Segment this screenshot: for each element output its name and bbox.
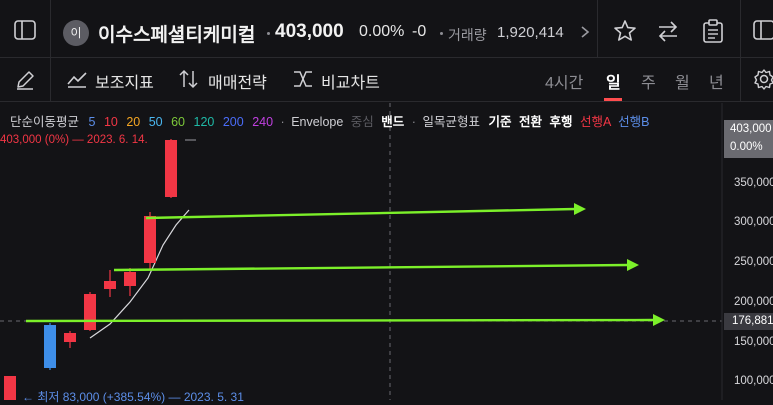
dot-separator [267,32,270,35]
axis-tick-100000: 100,000 [734,375,773,387]
assist-indicator-button[interactable]: 보조지표 [95,69,154,93]
current-price-note: 403,000 (0%) — 2023. 6. 14. [0,134,148,146]
axis-tick-350000: 350,000 [734,177,773,189]
compare-icon[interactable] [292,69,314,89]
strategy-icon[interactable] [178,68,200,90]
panel-toggle-icon[interactable] [753,20,773,40]
ichimoku-conversion: 전환 [518,115,542,129]
ma-period-240: 240 [252,115,274,129]
envelope-extra: 중심 [350,115,374,129]
candle-up [4,376,16,400]
lowest-price-note: ← 최저 83,000 (+385.54%) — 2023. 5. 31 [22,390,244,404]
divider [50,0,51,58]
divider [50,58,51,102]
ichimoku-base: 기준 [488,115,512,129]
volume-value: 1,920,414 [497,24,564,41]
current-price: 403,000 [275,21,344,42]
stock-name[interactable]: 이수스페셜티케미컬 [98,20,255,47]
ma-period-20: 20 [126,115,141,129]
timeframe-week[interactable]: 주 [641,69,656,93]
volume-label: 거래량 [448,27,487,43]
axis-current-price: 403,000 [730,123,772,135]
candle-down [44,323,56,370]
ichimoku-leading-a: 선행A [579,115,611,129]
annotation-arrow[interactable] [113,259,639,272]
settings-gear-icon[interactable] [753,68,773,90]
candle-up [104,270,116,297]
band-label[interactable]: 밴드 [381,115,404,129]
compare-chart-button[interactable]: 비교차트 [321,69,380,93]
change-percent: 0.00% [359,23,405,40]
ma-period-50: 50 [148,115,163,129]
stock-avatar: 이 [63,20,89,46]
indicator-icon[interactable] [66,70,88,88]
axis-current-pct: 0.00% [730,141,763,153]
timeframe-year[interactable]: 년 [709,69,724,93]
chart-toolbar: 보조지표 매매전략 비교차트 4시간 일 주 월 년 [0,58,773,102]
envelope-label[interactable]: Envelope [291,115,343,129]
divider [740,58,741,102]
dot-separator: · [411,115,416,129]
dot-separator: · [280,115,285,129]
change-value: -0 [412,23,427,40]
candle-up [124,268,136,296]
dot-separator [440,32,443,35]
ichimoku-label[interactable]: 일목균형표 [422,115,480,129]
clipboard-icon[interactable] [702,19,724,43]
trade-strategy-button[interactable]: 매매전략 [208,69,267,93]
candle-up [165,139,177,198]
price-chart[interactable] [0,103,773,400]
divider [597,0,598,58]
timeframe-4h[interactable]: 4시간 [545,69,583,93]
ma-period-120: 120 [193,115,215,129]
crosshair-price: 176,881 [732,315,773,327]
candle-up [64,331,76,348]
star-icon[interactable] [613,19,637,42]
pen-icon[interactable] [14,69,36,91]
ma-period-200: 200 [222,115,244,129]
axis-tick-150000: 150,000 [734,336,773,348]
timeframe-month[interactable]: 월 [675,69,690,93]
divider [740,0,741,58]
axis-tick-300000: 300,000 [734,216,773,228]
chevron-right-icon[interactable] [580,25,590,39]
ma-period-60: 60 [171,115,186,129]
axis-tick-200000: 200,000 [734,296,773,308]
annotation-arrow[interactable] [145,203,586,220]
ma-period-5: 5 [88,115,96,129]
candle-up [84,292,96,331]
annotation-arrow[interactable] [25,314,665,326]
active-timeframe-indicator [604,98,622,101]
ichimoku-leading-b: 선행B [618,115,650,129]
ma-label[interactable]: 단순이동평균 [10,115,79,129]
sidebar-toggle-icon[interactable] [14,20,36,40]
ma-period-10: 10 [103,115,118,129]
candle-up [144,212,156,270]
stock-header-bar: 이 이수스페셜티케미컬 403,000 0.00% -0 거래량 1,920,4… [0,0,773,58]
axis-tick-250000: 250,000 [734,256,773,268]
swap-icon[interactable] [656,20,680,42]
indicator-legend: 단순이동평균 5 10 20 50 60 120 200 240 · Envel… [10,111,649,130]
ichimoku-lagging: 후행 [549,115,573,129]
timeframe-day[interactable]: 일 [606,69,621,93]
moving-average-line [89,209,190,339]
